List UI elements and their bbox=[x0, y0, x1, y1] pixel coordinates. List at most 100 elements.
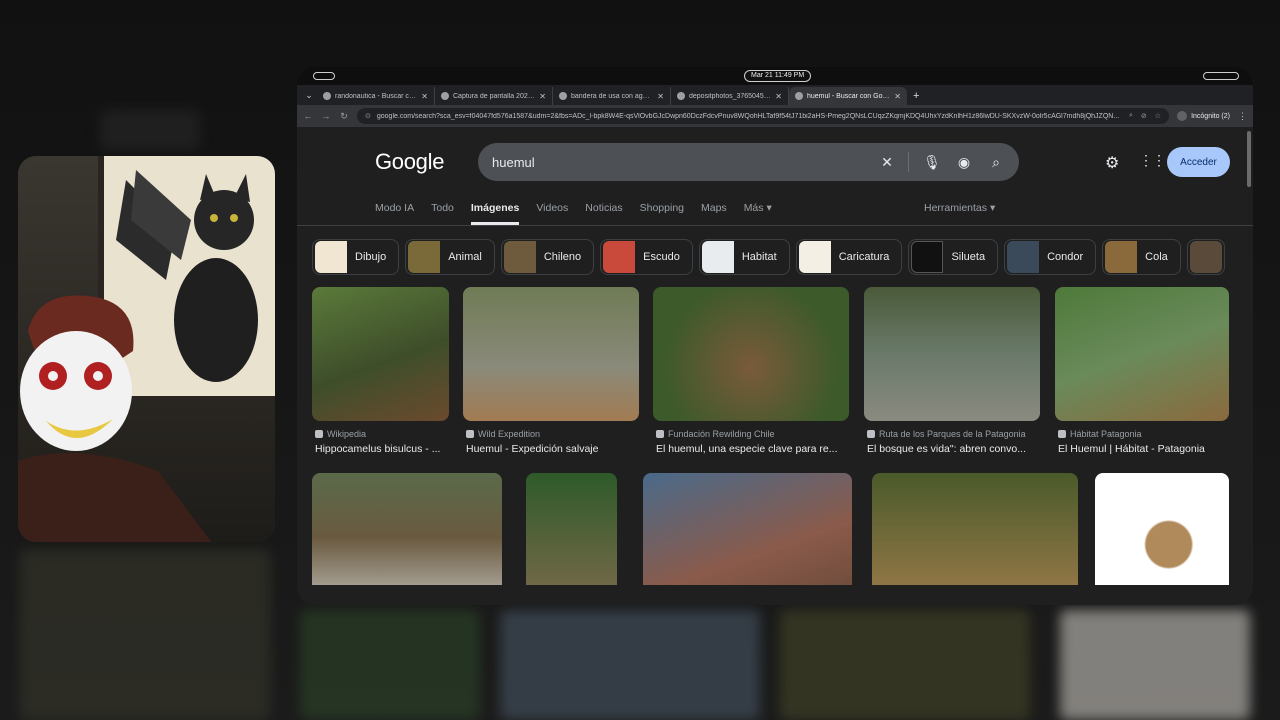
microphone-icon[interactable]: 🎙 bbox=[923, 154, 941, 171]
chip-caricatura[interactable]: Caricatura bbox=[795, 239, 903, 275]
clock[interactable]: Mar 21 11:49 PM bbox=[744, 70, 812, 82]
search-icon[interactable]: ⌕ bbox=[987, 154, 1005, 171]
chip-cola[interactable]: Cola bbox=[1102, 239, 1181, 275]
chip-label: Condor bbox=[1047, 251, 1084, 263]
browser-tab[interactable]: depositphotos_376504538- ✕ bbox=[671, 87, 789, 105]
incognito-icon bbox=[1177, 111, 1188, 121]
chip-silueta[interactable]: Silueta bbox=[908, 239, 999, 275]
settings-gear-icon[interactable]: ⚙ bbox=[1105, 153, 1119, 173]
lens-icon[interactable]: ◉ bbox=[955, 154, 973, 171]
source-label: Fundación Rewilding Chile bbox=[668, 429, 775, 439]
chip-condor[interactable]: Condor bbox=[1004, 239, 1097, 275]
incognito-indicator[interactable]: Incógnito (2) bbox=[1177, 111, 1230, 121]
tools-button[interactable]: Herramientas ▾ bbox=[924, 202, 995, 214]
result-image[interactable] bbox=[463, 287, 639, 421]
result-image[interactable] bbox=[312, 473, 502, 585]
chip-more[interactable] bbox=[1186, 239, 1225, 275]
result-source[interactable]: Hábitat Patagonia bbox=[1058, 429, 1142, 439]
result-title[interactable]: El Huemul | Hábitat - Patagonia bbox=[1058, 443, 1228, 455]
result-source[interactable]: Wikipedia bbox=[315, 429, 366, 439]
tab-videos[interactable]: Videos bbox=[536, 202, 568, 225]
back-icon[interactable]: ← bbox=[303, 111, 313, 121]
tab-noticias[interactable]: Noticias bbox=[585, 202, 622, 225]
reload-icon[interactable]: ↻ bbox=[339, 111, 349, 122]
chip-label: Escudo bbox=[643, 251, 680, 263]
close-tab-icon[interactable]: ✕ bbox=[657, 92, 664, 101]
result-image[interactable] bbox=[872, 473, 1078, 585]
site-info-icon[interactable]: ⊙ bbox=[365, 112, 371, 120]
close-tab-icon[interactable]: ✕ bbox=[539, 92, 546, 101]
clear-icon[interactable]: ✕ bbox=[878, 154, 896, 171]
bg-blur-block bbox=[300, 610, 480, 720]
result-title[interactable]: El huemul, una especie clave para re... bbox=[656, 443, 848, 455]
chip-thumbnail bbox=[503, 241, 536, 273]
chip-escudo[interactable]: Escudo bbox=[600, 239, 693, 275]
chip-dibujo[interactable]: Dibujo bbox=[312, 239, 400, 275]
result-title[interactable]: Hippocamelus bisulcus - ... bbox=[315, 443, 449, 455]
new-tab-button[interactable]: + bbox=[907, 90, 925, 102]
tab-shopping[interactable]: Shopping bbox=[640, 202, 684, 225]
tab-imagenes[interactable]: Imágenes bbox=[470, 202, 520, 225]
favicon-icon bbox=[559, 92, 567, 100]
result-image[interactable] bbox=[1055, 287, 1229, 421]
system-tray[interactable] bbox=[1203, 72, 1239, 80]
tab-search-icon[interactable]: ⌄ bbox=[301, 87, 317, 103]
search-box[interactable]: huemul ✕ 🎙 ◉ ⌕ bbox=[478, 143, 1019, 181]
tab-mas[interactable]: Más ▾ bbox=[744, 202, 772, 225]
result-source[interactable]: Ruta de los Parques de la Patagonia bbox=[867, 429, 1026, 439]
zoom-icon[interactable]: ⌕ bbox=[1129, 112, 1133, 120]
result-title[interactable]: Huemul - Expedición salvaje bbox=[466, 443, 638, 455]
favicon-icon bbox=[441, 92, 449, 100]
tab-maps[interactable]: Maps bbox=[701, 202, 727, 225]
close-tab-icon[interactable]: ✕ bbox=[775, 92, 782, 101]
google-logo[interactable]: Google bbox=[375, 149, 444, 175]
source-label: Ruta de los Parques de la Patagonia bbox=[879, 429, 1026, 439]
chip-habitat[interactable]: Habitat bbox=[698, 239, 790, 275]
browser-tab[interactable]: Captura de pantalla 2021-09 ✕ bbox=[435, 87, 553, 105]
browser-tab-active[interactable]: huemul - Buscar con Google ✕ bbox=[789, 87, 907, 105]
bg-blur-block bbox=[780, 610, 1030, 720]
tabs-divider bbox=[297, 225, 1253, 226]
site-favicon-icon bbox=[867, 430, 875, 438]
close-tab-icon[interactable]: ✕ bbox=[421, 92, 428, 101]
chip-animal[interactable]: Animal bbox=[405, 239, 495, 275]
eye-off-icon[interactable]: ⊘ bbox=[1141, 112, 1147, 120]
chip-thumbnail bbox=[911, 241, 944, 273]
url-text: google.com/search?sca_esv=f04047fd576a15… bbox=[376, 112, 1120, 120]
browser-tab[interactable]: bandera de usa con aguila - B ✕ bbox=[553, 87, 671, 105]
activities-indicator[interactable] bbox=[313, 72, 335, 80]
chip-label: Cola bbox=[1145, 251, 1168, 263]
result-image[interactable] bbox=[312, 287, 449, 421]
tab-todo[interactable]: Todo bbox=[431, 202, 454, 225]
result-image[interactable] bbox=[1095, 473, 1229, 585]
chip-thumbnail bbox=[798, 241, 831, 273]
result-title[interactable]: El bosque es vida": abren convo... bbox=[867, 443, 1039, 455]
favicon-icon bbox=[795, 92, 803, 100]
more-menu-icon[interactable]: ⋮ bbox=[1238, 111, 1247, 122]
result-image[interactable] bbox=[864, 287, 1040, 421]
result-image[interactable] bbox=[526, 473, 617, 585]
result-source[interactable]: Fundación Rewilding Chile bbox=[656, 429, 775, 439]
sign-in-button[interactable]: Acceder bbox=[1167, 147, 1230, 177]
page-scrollbar[interactable] bbox=[1247, 131, 1251, 187]
chip-thumbnail bbox=[603, 241, 636, 273]
chip-chileno[interactable]: Chileno bbox=[500, 239, 595, 275]
webcam-overlay bbox=[18, 156, 275, 542]
result-image[interactable] bbox=[643, 473, 852, 585]
bg-blur-block bbox=[500, 610, 760, 720]
result-source[interactable]: Wild Expedition bbox=[466, 429, 540, 439]
result-image[interactable] bbox=[653, 287, 849, 421]
search-type-tabs: Modo IA Todo Imágenes Videos Noticias Sh… bbox=[375, 202, 789, 225]
tab-title: bandera de usa con aguila - B bbox=[571, 92, 654, 100]
chip-thumbnail bbox=[408, 241, 441, 273]
browser-tab[interactable]: randonautica - Buscar con G ✕ bbox=[317, 87, 435, 105]
search-input[interactable]: huemul bbox=[492, 155, 864, 170]
url-bar[interactable]: ⊙ google.com/search?sca_esv=f04047fd576a… bbox=[357, 108, 1170, 124]
bookmark-star-icon[interactable]: ☆ bbox=[1155, 112, 1161, 120]
masked-person bbox=[18, 295, 212, 542]
site-favicon-icon bbox=[1058, 430, 1066, 438]
forward-icon[interactable]: → bbox=[321, 111, 331, 121]
tab-title: Captura de pantalla 2021-09 bbox=[453, 92, 536, 100]
tab-modo-ia[interactable]: Modo IA bbox=[375, 202, 414, 225]
close-tab-icon[interactable]: ✕ bbox=[894, 92, 901, 101]
